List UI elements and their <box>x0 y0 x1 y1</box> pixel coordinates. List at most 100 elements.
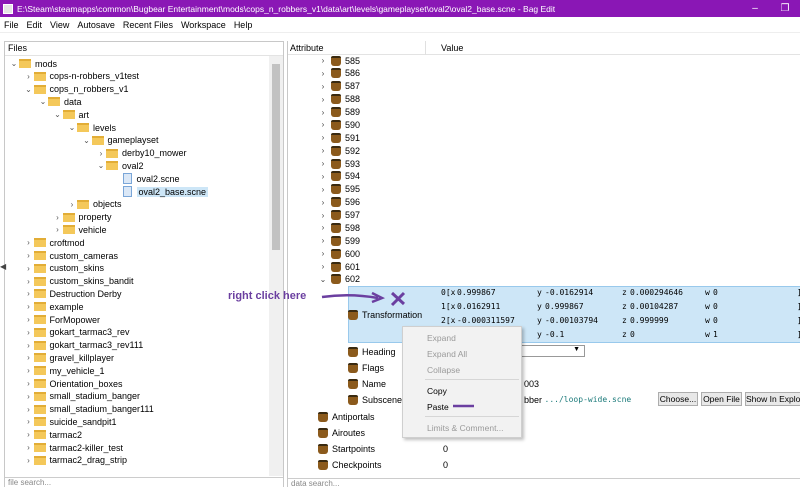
chevron-right-icon[interactable]: › <box>318 236 328 245</box>
attribute-item[interactable]: › 588 <box>318 93 360 106</box>
attribute-group[interactable]: Checkpoints <box>318 458 382 471</box>
open-file-button[interactable]: Open File <box>701 392 742 406</box>
attribute-item[interactable]: › 596 <box>318 196 360 209</box>
chevron-right-icon[interactable]: › <box>24 302 34 311</box>
attribute-item[interactable]: › 600 <box>318 247 360 260</box>
chevron-right-icon[interactable]: › <box>318 133 328 142</box>
chevron-down-icon[interactable]: ⌄ <box>82 136 92 145</box>
tree-item[interactable]: ⌄ art <box>53 108 89 121</box>
chevron-right-icon[interactable]: › <box>24 315 34 324</box>
heading-dropdown[interactable]: ▼ <box>521 345 585 357</box>
column-value[interactable]: Value <box>441 43 463 53</box>
attribute-item[interactable]: › 598 <box>318 221 360 234</box>
chevron-right-icon[interactable]: › <box>318 185 328 194</box>
tree-item[interactable]: › cops-n-robbers_v1test <box>24 70 139 83</box>
chevron-right-icon[interactable]: › <box>24 328 34 337</box>
chevron-down-icon[interactable]: ⌄ <box>53 110 63 119</box>
chevron-right-icon[interactable]: › <box>67 200 77 209</box>
tree-item[interactable]: › objects <box>67 198 122 211</box>
menu-help[interactable]: Help <box>230 20 257 30</box>
tree-item[interactable]: oval2.scne <box>111 172 180 185</box>
name-value[interactable]: 003 <box>524 377 539 390</box>
chevron-down-icon[interactable]: ⌄ <box>38 97 48 106</box>
column-attribute[interactable]: Attribute <box>290 43 324 53</box>
chevron-right-icon[interactable]: › <box>24 456 34 465</box>
chevron-right-icon[interactable]: › <box>318 262 328 271</box>
attribute-item[interactable]: › 585 <box>318 54 360 67</box>
file-search-input[interactable]: file search... <box>5 477 283 489</box>
tree-item[interactable]: › custom_cameras <box>24 249 118 262</box>
data-search-input[interactable]: data search... <box>288 478 800 487</box>
choose-button[interactable]: Choose... <box>658 392 698 406</box>
attribute-item[interactable]: › 595 <box>318 183 360 196</box>
chevron-right-icon[interactable]: › <box>24 405 34 414</box>
tree-item[interactable]: › tarmac2_drag_strip <box>24 454 127 467</box>
chevron-right-icon[interactable]: › <box>96 149 106 158</box>
tree-item[interactable]: › custom_skins <box>24 262 104 275</box>
chevron-right-icon[interactable]: › <box>24 251 34 260</box>
attribute-group[interactable]: Airoutes <box>318 426 365 439</box>
menu-item-expand[interactable]: Expand <box>427 333 456 343</box>
attribute-item[interactable]: › 591 <box>318 131 360 144</box>
tree-item[interactable]: › gokart_tarmac3_rev <box>24 326 129 339</box>
tree-item[interactable]: › my_vehicle_1 <box>24 364 104 377</box>
tree-item[interactable]: ⌄ cops_n_robbers_v1 <box>24 83 128 96</box>
attribute-item[interactable]: › 601 <box>318 260 360 273</box>
chevron-right-icon[interactable]: › <box>24 430 34 439</box>
subscene-row[interactable]: Subscene <box>348 393 402 406</box>
tree-item[interactable]: ⌄ data <box>38 95 82 108</box>
menu-item-copy[interactable]: Copy <box>427 386 447 396</box>
attribute-item[interactable]: › 587 <box>318 80 360 93</box>
attribute-item[interactable]: ⌄ 602 <box>318 273 360 286</box>
chevron-right-icon[interactable]: › <box>318 108 328 117</box>
menu-autosave[interactable]: Autosave <box>73 20 119 30</box>
restore-button[interactable]: ❐ <box>770 3 800 14</box>
tree-item[interactable]: › tarmac2 <box>24 428 82 441</box>
menu-recent-files[interactable]: Recent Files <box>119 20 177 30</box>
tree-item[interactable]: oval2_base.scne <box>111 185 209 198</box>
tree-item[interactable]: › Destruction Derby <box>24 287 121 300</box>
chevron-right-icon[interactable]: › <box>24 353 34 362</box>
chevron-right-icon[interactable]: › <box>318 146 328 155</box>
tree-item[interactable]: ⌄ oval2 <box>96 159 144 172</box>
files-scrollbar[interactable] <box>269 56 283 476</box>
attribute-item[interactable]: › 589 <box>318 106 360 119</box>
chevron-down-icon[interactable]: ⌄ <box>96 161 106 170</box>
chevron-right-icon[interactable]: › <box>24 379 34 388</box>
tree-item[interactable]: › suicide_sandpit1 <box>24 415 116 428</box>
tree-item[interactable]: › Orientation_boxes <box>24 377 122 390</box>
tree-item[interactable]: › gokart_tarmac3_rev111 <box>24 339 143 352</box>
chevron-right-icon[interactable]: › <box>318 95 328 104</box>
tree-item[interactable]: › ForMopower <box>24 313 100 326</box>
flags-row[interactable]: Flags <box>348 361 384 374</box>
tree-item[interactable]: › tarmac2-killer_test <box>24 441 123 454</box>
chevron-down-icon[interactable]: ⌄ <box>9 59 19 68</box>
tree-item[interactable]: › gravel_killplayer <box>24 351 114 364</box>
menu-item-paste[interactable]: Paste <box>427 402 449 412</box>
chevron-right-icon[interactable]: › <box>318 82 328 91</box>
chevron-right-icon[interactable]: › <box>24 392 34 401</box>
chevron-right-icon[interactable]: › <box>24 341 34 350</box>
chevron-right-icon[interactable]: › <box>318 69 328 78</box>
tree-item[interactable]: ⌄ levels <box>67 121 116 134</box>
show-in-explorer-button[interactable]: Show In Explorer <box>745 392 800 406</box>
tree-item[interactable]: ⌄ gameplayset <box>82 134 158 147</box>
chevron-right-icon[interactable]: › <box>24 238 34 247</box>
chevron-right-icon[interactable]: › <box>318 159 328 168</box>
menu-workspace[interactable]: Workspace <box>177 20 230 30</box>
chevron-right-icon[interactable]: › <box>53 225 63 234</box>
tree-item[interactable]: › small_stadium_banger <box>24 390 140 403</box>
chevron-right-icon[interactable]: › <box>24 417 34 426</box>
scroll-thumb[interactable] <box>272 64 280 250</box>
collapse-arrow-icon[interactable]: ◀ <box>0 262 6 271</box>
menu-view[interactable]: View <box>46 20 73 30</box>
chevron-right-icon[interactable]: › <box>318 249 328 258</box>
tree-item[interactable]: › small_stadium_banger111 <box>24 403 154 416</box>
chevron-right-icon[interactable]: › <box>318 198 328 207</box>
subscene-value[interactable]: bber .../loop-wide.scne <box>524 393 631 406</box>
chevron-right-icon[interactable]: › <box>24 72 34 81</box>
chevron-right-icon[interactable]: › <box>24 277 34 286</box>
menu-edit[interactable]: Edit <box>23 20 47 30</box>
attribute-group[interactable]: Startpoints <box>318 442 375 455</box>
minimize-button[interactable]: – <box>740 3 770 14</box>
